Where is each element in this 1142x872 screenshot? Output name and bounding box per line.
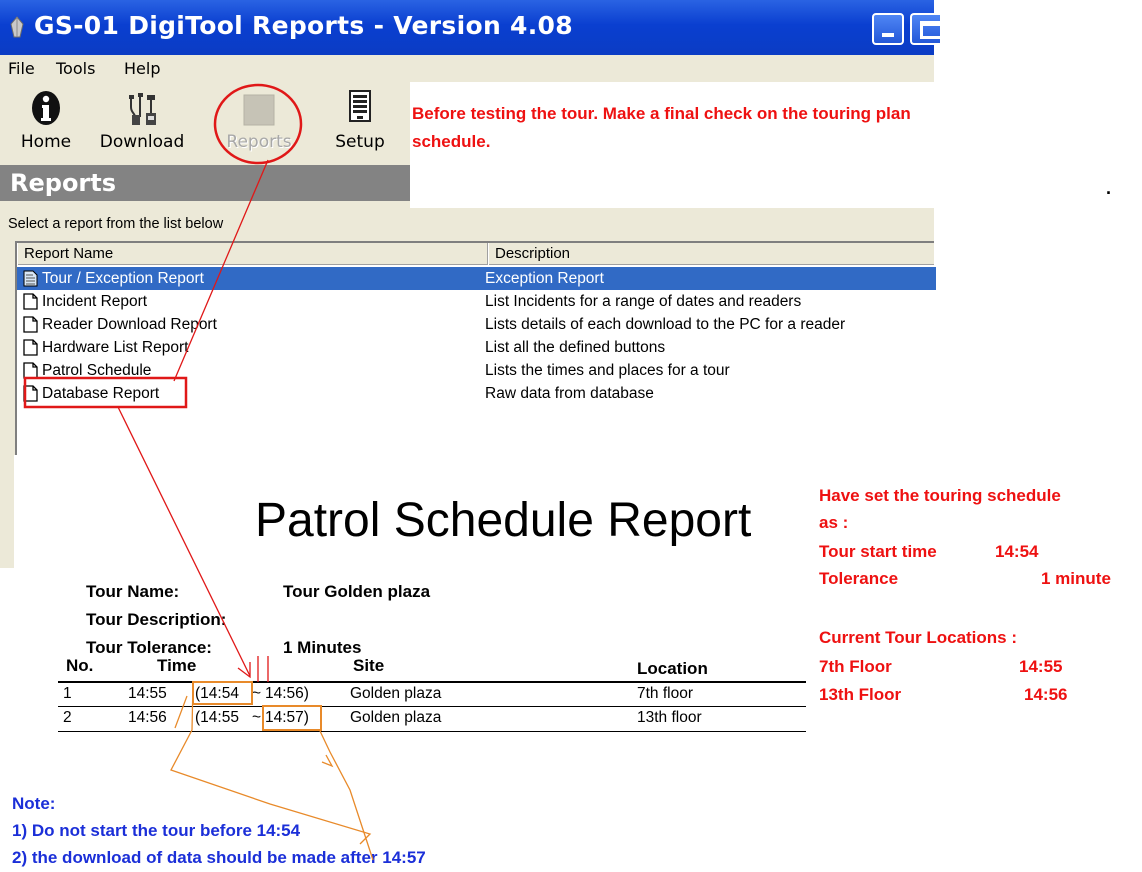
- row-window-tilde: ~: [252, 709, 262, 726]
- setup-button-label: Setup: [335, 132, 385, 152]
- home-button[interactable]: Home: [16, 82, 76, 162]
- list-item-tour-exception-report[interactable]: Tour / Exception Report Exception Report: [17, 267, 936, 290]
- tour-tolerance-value: 1 Minutes: [283, 638, 362, 657]
- tour-start-time-label: Tour start time: [819, 542, 937, 561]
- document-icon: [23, 362, 38, 379]
- maximize-icon: [920, 21, 942, 39]
- location-7th-floor-time: 14:55: [1019, 657, 1063, 676]
- location-13th-floor-label: 13th Floor: [819, 685, 902, 704]
- location-7th-floor-label: 7th Floor: [819, 657, 892, 676]
- report-name: Patrol Schedule: [42, 362, 152, 379]
- list-item-hardware-list-report[interactable]: Hardware List Report List all the define…: [17, 336, 936, 359]
- row-window-start: (14:55: [195, 709, 239, 726]
- report-title: Patrol Schedule Report: [255, 494, 752, 547]
- select-report-prompt: Select a report from the list below: [8, 216, 224, 232]
- row-time: 14:56: [128, 709, 167, 726]
- table-header-rule: [58, 681, 806, 683]
- menu-bar: File Tools Help: [0, 55, 934, 82]
- toolbar: Home Download Reports Setup: [0, 82, 410, 165]
- note-item-1: 1) Do not start the tour before 14:54: [12, 821, 301, 840]
- row-time: 14:55: [128, 685, 167, 702]
- reports-icon: [243, 94, 275, 126]
- tour-start-time-value: 14:54: [995, 542, 1039, 561]
- row-number: 2: [63, 709, 72, 726]
- minimize-icon: [882, 33, 894, 37]
- document-icon: [23, 339, 38, 356]
- download-icon: [129, 93, 156, 125]
- top-note-line2: schedule.: [412, 132, 491, 151]
- document-icon: [23, 385, 38, 402]
- row-site: Golden plaza: [350, 709, 442, 726]
- list-item-incident-report[interactable]: Incident Report List Incidents for a ran…: [17, 290, 936, 313]
- app-icon: [10, 16, 24, 38]
- menu-file[interactable]: File: [8, 59, 35, 78]
- row-site: Golden plaza: [350, 685, 442, 702]
- column-location: Location: [637, 659, 708, 678]
- tolerance-value: 1 minute: [1041, 569, 1111, 588]
- menu-help[interactable]: Help: [124, 59, 160, 78]
- column-description[interactable]: Description: [488, 243, 936, 265]
- stray-dot: .: [1106, 178, 1112, 198]
- download-button-label: Download: [99, 132, 185, 152]
- setup-icon: [349, 90, 371, 122]
- side-note-line1: Have set the touring schedule: [819, 486, 1061, 505]
- document-icon: [23, 293, 38, 310]
- report-description: Lists the times and places for a tour: [485, 362, 730, 379]
- tour-tolerance-label: Tour Tolerance:: [86, 638, 212, 657]
- report-description: Exception Report: [485, 270, 604, 287]
- tour-name-label: Tour Name:: [86, 582, 180, 601]
- report-name: Tour / Exception Report: [42, 270, 204, 287]
- report-description: Raw data from database: [485, 385, 654, 402]
- row-divider: [58, 731, 806, 732]
- tour-description-label: Tour Description:: [86, 610, 227, 629]
- column-time: Time: [157, 656, 197, 675]
- report-description: Lists details of each download to the PC…: [485, 316, 846, 333]
- section-header: Reports: [0, 165, 410, 201]
- row-window-end: 14:56): [265, 685, 309, 702]
- row-window-end: 14:57): [265, 709, 309, 726]
- note-item-2: 2) the download of data should be made a…: [12, 848, 426, 867]
- list-item-patrol-schedule[interactable]: Patrol Schedule Lists the times and plac…: [17, 359, 936, 382]
- list-header: Report Name Description: [17, 243, 934, 265]
- tour-name-value: Tour Golden plaza: [283, 582, 431, 601]
- menu-tools[interactable]: Tools: [56, 59, 95, 78]
- report-name: Reader Download Report: [42, 316, 217, 333]
- list-item-reader-download-report[interactable]: Reader Download Report Lists details of …: [17, 313, 936, 336]
- row-window-tilde: ~: [252, 685, 262, 702]
- window-title: GS-01 DigiTool Reports - Version 4.08: [34, 11, 573, 40]
- report-name: Database Report: [42, 385, 160, 402]
- reports-button-label: Reports: [226, 132, 292, 152]
- report-description: List Incidents for a range of dates and …: [485, 293, 802, 310]
- row-divider: [58, 706, 806, 707]
- row-location: 13th floor: [637, 709, 702, 726]
- info-icon: [32, 91, 60, 125]
- reports-button[interactable]: Reports: [214, 82, 304, 162]
- report-description: List all the defined buttons: [485, 339, 666, 356]
- section-title: Reports: [10, 169, 117, 197]
- report-document-icon: [23, 270, 38, 287]
- row-location: 7th floor: [637, 685, 694, 702]
- setup-button[interactable]: Setup: [320, 82, 400, 162]
- report-name: Hardware List Report: [42, 339, 189, 356]
- tolerance-label: Tolerance: [819, 569, 899, 588]
- row-number: 1: [63, 685, 72, 702]
- current-locations-heading: Current Tour Locations :: [819, 628, 1018, 647]
- minimize-button[interactable]: [872, 13, 904, 45]
- column-no: No.: [66, 656, 94, 675]
- row-window-start: (14:54: [195, 685, 239, 702]
- report-name: Incident Report: [42, 293, 148, 310]
- top-note-line1: Before testing the tour. Make a final ch…: [412, 104, 911, 123]
- home-button-label: Home: [20, 132, 72, 152]
- location-13th-floor-time: 14:56: [1024, 685, 1068, 704]
- list-item-database-report[interactable]: Database Report Raw data from database: [17, 382, 936, 405]
- maximize-button[interactable]: [910, 13, 942, 45]
- column-report-name[interactable]: Report Name: [17, 243, 488, 265]
- section-divider: [0, 201, 410, 208]
- download-button[interactable]: Download: [80, 82, 204, 162]
- document-icon: [23, 316, 38, 333]
- title-bar: GS-01 DigiTool Reports - Version 4.08: [0, 0, 942, 55]
- side-note-line2: as :: [819, 513, 849, 532]
- column-site: Site: [353, 656, 385, 675]
- note-heading: Note:: [12, 794, 56, 813]
